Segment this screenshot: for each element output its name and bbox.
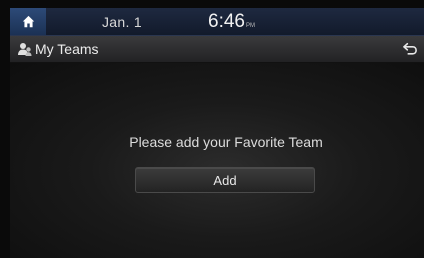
date-display: Jan. 1 [102, 14, 142, 30]
clock: 6:46PM [208, 11, 255, 33]
back-button[interactable] [400, 40, 420, 58]
time-display: 6:46 [208, 11, 245, 32]
empty-state-message: Please add your Favorite Team [129, 134, 323, 150]
ampm-indicator: PM [245, 23, 255, 29]
screen: Jan. 1 6:46PM My Teams Please add your F… [0, 0, 424, 258]
back-arrow-icon [403, 42, 417, 55]
page-title: My Teams [35, 41, 99, 57]
home-icon [22, 15, 34, 28]
status-bar: Jan. 1 6:46PM [10, 8, 424, 36]
add-team-button[interactable]: Add [135, 167, 315, 193]
home-button[interactable] [10, 8, 46, 35]
main-content: Please add your Favorite Team Add [10, 63, 424, 258]
teams-icon [18, 43, 32, 56]
title-bar: My Teams [10, 36, 424, 63]
